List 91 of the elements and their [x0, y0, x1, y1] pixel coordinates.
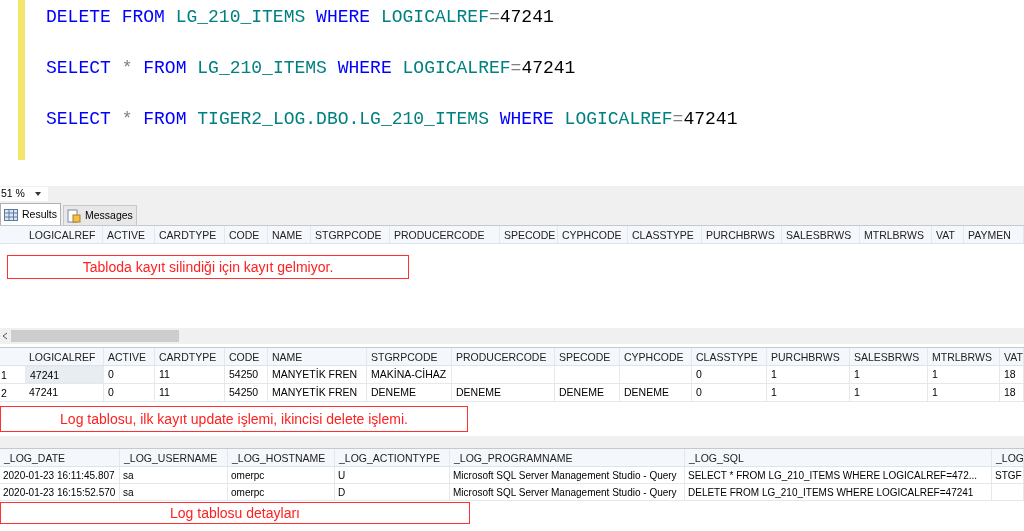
- table-cell: omerpc: [228, 467, 335, 483]
- column-header[interactable]: CYPHCODE: [620, 348, 692, 365]
- table-cell: DENEME: [555, 384, 620, 401]
- message-icon: [67, 208, 81, 223]
- table-cell: DENEME: [367, 384, 452, 401]
- column-header[interactable]: STGRPCODE: [311, 226, 390, 243]
- column-header[interactable]: MTRLBRWS: [928, 348, 1000, 365]
- table-cell: 1: [850, 384, 928, 401]
- table-cell: omerpc: [228, 484, 335, 500]
- table-cell: 11: [155, 384, 225, 401]
- table-cell: 54250: [225, 366, 268, 383]
- column-header[interactable]: ACTIVE: [103, 226, 155, 243]
- table-cell: 0: [104, 384, 155, 401]
- column-header[interactable]: CODE: [225, 226, 268, 243]
- table-cell: Microsoft SQL Server Management Studio - Query: [450, 467, 685, 483]
- column-header[interactable]: CODE: [225, 348, 268, 365]
- column-header[interactable]: PURCHBRWS: [702, 226, 782, 243]
- column-header[interactable]: _LOG_SQL: [685, 449, 992, 466]
- column-header[interactable]: PRODUCERCODE: [390, 226, 500, 243]
- column-header[interactable]: CARDTYPE: [155, 226, 225, 243]
- table-cell: 0: [692, 384, 767, 401]
- table-cell: MAKİNA-CİHAZ: [367, 366, 452, 383]
- table-cell: 0: [104, 366, 155, 383]
- column-header[interactable]: LOGICALREF: [25, 226, 103, 243]
- table-cell: 1: [767, 366, 850, 383]
- table-cell: U: [335, 467, 450, 483]
- table-cell: DENEME: [452, 384, 555, 401]
- table-cell: 54250: [225, 384, 268, 401]
- table-cell: DELETE FROM LG_210_ITEMS WHERE LOGICALREF=47241: [685, 484, 992, 500]
- table-cell: sa: [120, 467, 228, 483]
- column-header[interactable]: SALESBRWS: [782, 226, 860, 243]
- column-header[interactable]: _LOG: [992, 449, 1024, 466]
- table-cell: 0: [692, 366, 767, 383]
- table-cell: 2020-01-23 16:15:52.570: [0, 484, 120, 500]
- table-cell: 1: [928, 384, 1000, 401]
- column-header[interactable]: _LOG_USERNAME: [120, 449, 228, 466]
- table-cell: sa: [120, 484, 228, 500]
- column-header[interactable]: PURCHBRWS: [767, 348, 850, 365]
- column-header[interactable]: VAT: [1000, 348, 1024, 365]
- column-header[interactable]: _LOG_DATE: [0, 449, 120, 466]
- table-cell: 11: [155, 366, 225, 383]
- column-header[interactable]: ACTIVE: [104, 348, 155, 365]
- annotation-box: Log tablosu detayları: [0, 502, 470, 524]
- table-cell: SELECT * FROM LG_210_ITEMS WHERE LOGICALREF=472...: [685, 467, 992, 483]
- table-cell: 47241: [25, 384, 104, 401]
- column-header[interactable]: SPECODE: [500, 226, 558, 243]
- zoom-dropdown[interactable]: 51 %: [0, 187, 48, 201]
- column-header[interactable]: NAME: [268, 348, 367, 365]
- table-cell: 18: [1000, 384, 1024, 401]
- annotation-box: Tabloda kayıt silindiği için kayıt gelmiyor.: [7, 255, 409, 279]
- table-cell: 1: [850, 366, 928, 383]
- column-header[interactable]: PAYMEN: [964, 226, 1024, 243]
- code-line: SELECT * FROM TIGER2_LOG.DBO.LG_210_ITEMS WHERE LOGICALREF=47241: [46, 108, 738, 130]
- table-cell: DENEME: [620, 384, 692, 401]
- result-tab[interactable]: Results: [0, 203, 61, 225]
- table-cell: STGF: [992, 467, 1024, 483]
- result-tab[interactable]: Messages: [63, 205, 137, 225]
- table-cell: D: [335, 484, 450, 500]
- table-cell: MANYETİK FREN: [268, 366, 367, 383]
- column-header[interactable]: _LOG_HOSTNAME: [228, 449, 335, 466]
- code-line: DELETE FROM LG_210_ITEMS WHERE LOGICALREF=47241: [46, 6, 555, 28]
- table-cell: 1: [928, 366, 1000, 383]
- table-cell: 1: [767, 384, 850, 401]
- grid-icon: [4, 208, 18, 221]
- column-header[interactable]: _LOG_ACTIONTYPE: [335, 449, 450, 466]
- row-number[interactable]: 2: [0, 384, 25, 401]
- column-header[interactable]: _LOG_PROGRAMNAME: [450, 449, 685, 466]
- table-cell: 2020-01-23 16:11:45.807: [0, 467, 120, 483]
- column-header[interactable]: SALESBRWS: [850, 348, 928, 365]
- column-header[interactable]: CARDTYPE: [155, 348, 225, 365]
- table-cell: Microsoft SQL Server Management Studio - Query: [450, 484, 685, 500]
- column-header[interactable]: CLASSTYPE: [628, 226, 702, 243]
- column-header[interactable]: MTRLBRWS: [860, 226, 932, 243]
- scrollbar-thumb[interactable]: [11, 330, 179, 342]
- table-cell: MANYETİK FREN: [268, 384, 367, 401]
- column-header[interactable]: SPECODE: [555, 348, 620, 365]
- column-header[interactable]: NAME: [268, 226, 311, 243]
- splitter-bar[interactable]: [0, 436, 1024, 449]
- annotation-box: Log tablosu, ilk kayıt update işlemi, ikincisi delete işlemi.: [0, 406, 468, 432]
- caret-icon: [34, 192, 41, 196]
- table-cell: 18: [1000, 366, 1024, 383]
- code-line: SELECT * FROM LG_210_ITEMS WHERE LOGICALREF=47241: [46, 57, 577, 79]
- column-header[interactable]: CYPHCODE: [558, 226, 628, 243]
- column-header[interactable]: LOGICALREF: [25, 348, 104, 365]
- table-cell: 47241: [25, 366, 104, 383]
- row-number[interactable]: 1: [0, 366, 25, 383]
- column-header[interactable]: STGRPCODE: [367, 348, 452, 365]
- column-header[interactable]: CLASSTYPE: [692, 348, 767, 365]
- scroll-left-icon[interactable]: [1, 332, 9, 340]
- column-header[interactable]: VAT: [932, 226, 964, 243]
- column-header[interactable]: PRODUCERCODE: [452, 348, 555, 365]
